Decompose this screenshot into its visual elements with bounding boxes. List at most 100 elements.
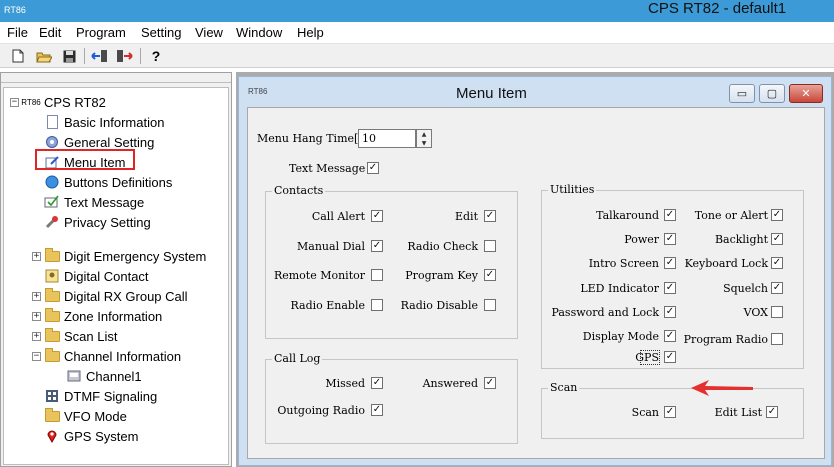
read-radio-icon[interactable] <box>90 46 110 66</box>
spin-up-icon[interactable]: ▲ <box>417 130 431 139</box>
backlight-checkbox[interactable]: ✓ <box>771 233 783 245</box>
expand-rx-group-icon[interactable]: + <box>32 292 41 301</box>
menu-window[interactable]: Window <box>236 25 282 40</box>
keyboard-lock-checkbox[interactable]: ✓ <box>771 257 783 269</box>
gear-icon <box>44 134 60 150</box>
annotation-arrow-icon <box>691 380 753 396</box>
tree-item-label: Privacy Setting <box>64 214 151 230</box>
vox-label: VOX <box>743 306 768 319</box>
power-checkbox[interactable]: ✓ <box>664 233 676 245</box>
folder-icon <box>44 247 60 264</box>
tree-item-zone-information[interactable]: Zone Information <box>44 306 162 326</box>
expand-scan-list-icon[interactable]: + <box>32 332 41 341</box>
radio-disable-label: Radio Disable <box>400 299 478 312</box>
manual-dial-label: Manual Dial <box>297 240 365 253</box>
spin-down-icon[interactable]: ▼ <box>417 139 431 148</box>
scan-group-title: Scan <box>548 381 580 394</box>
hang-time-spinner[interactable]: ▲ ▼ <box>416 129 432 148</box>
tree-item-scan-list[interactable]: Scan List <box>44 326 117 346</box>
close-button[interactable]: ✕ <box>789 84 823 103</box>
tree-item-dtmf-signaling[interactable]: DTMF Signaling <box>44 386 157 406</box>
text-message-label: Text Message <box>289 162 366 175</box>
program-radio-checkbox[interactable] <box>771 333 783 345</box>
tree-item-label: Basic Information <box>64 114 165 130</box>
radio-enable-checkbox[interactable] <box>371 299 383 311</box>
answered-checkbox[interactable]: ✓ <box>484 377 496 389</box>
led-indicator-label: LED Indicator <box>580 282 659 295</box>
program-key-checkbox[interactable]: ✓ <box>484 269 496 281</box>
write-radio-icon[interactable] <box>115 46 135 66</box>
expand-digit-emergency-icon[interactable]: + <box>32 252 41 261</box>
gps-checkbox[interactable]: ✓ <box>664 351 676 363</box>
tree-item-privacy-setting[interactable]: Privacy Setting <box>44 212 151 232</box>
open-folder-icon[interactable] <box>34 46 54 66</box>
text-message-checkbox[interactable]: ✓ <box>367 162 379 174</box>
tree-root[interactable]: RT86 CPS RT82 <box>21 92 106 112</box>
intro-screen-checkbox[interactable]: ✓ <box>664 257 676 269</box>
radio-check-checkbox[interactable] <box>484 240 496 252</box>
collapse-channel-info-icon[interactable]: − <box>32 352 41 361</box>
button-icon <box>44 174 60 190</box>
tree-item-label: GPS System <box>64 428 139 444</box>
expand-zone-icon[interactable]: + <box>32 312 41 321</box>
vox-checkbox[interactable] <box>771 306 783 318</box>
menu-help[interactable]: Help <box>297 25 324 40</box>
menu-item-window-titlebar: RT86 Menu Item ▭ ▢ ✕ <box>239 77 831 107</box>
talkaround-checkbox[interactable]: ✓ <box>664 209 676 221</box>
radio-check-label: Radio Check <box>407 240 478 253</box>
outgoing-radio-label: Outgoing Radio <box>277 404 365 417</box>
tree-item-digit-emergency-system[interactable]: Digit Emergency System <box>44 246 206 266</box>
minimize-button[interactable]: ▭ <box>729 84 755 103</box>
call-alert-label: Call Alert <box>311 210 365 223</box>
menu-bar: File Edit Program Setting View Window He… <box>0 22 834 44</box>
remote-monitor-checkbox[interactable] <box>371 269 383 281</box>
tree-item-vfo-mode[interactable]: VFO Mode <box>44 406 127 426</box>
password-and-lock-checkbox[interactable]: ✓ <box>664 306 676 318</box>
tone-or-alert-label: Tone or Alert <box>694 209 768 222</box>
tree-item-buttons-definitions[interactable]: Buttons Definitions <box>44 172 172 192</box>
contact-icon <box>44 268 60 284</box>
hang-time-input[interactable]: 10 <box>358 129 416 148</box>
squelch-checkbox[interactable]: ✓ <box>771 282 783 294</box>
menu-edit[interactable]: Edit <box>39 25 61 40</box>
help-icon[interactable]: ? <box>146 46 166 66</box>
edit-list-checkbox[interactable]: ✓ <box>766 406 778 418</box>
program-key-label: Program Key <box>405 269 478 282</box>
folder-icon <box>44 327 60 344</box>
tree-item-digital-contact[interactable]: Digital Contact <box>44 266 149 286</box>
keyboard-lock-label: Keyboard Lock <box>684 257 768 270</box>
tree-item-basic-information[interactable]: Basic Information <box>44 112 164 132</box>
tree-item-label: Digital RX Group Call <box>64 288 188 304</box>
display-mode-checkbox[interactable]: ✓ <box>664 330 676 342</box>
keypad-icon <box>44 388 60 404</box>
new-file-icon[interactable] <box>8 46 28 66</box>
call-alert-checkbox[interactable]: ✓ <box>371 210 383 222</box>
edit-checkbox[interactable]: ✓ <box>484 210 496 222</box>
tree-item-label: Channel1 <box>86 368 142 384</box>
restore-button[interactable]: ▢ <box>759 84 785 103</box>
radio-disable-checkbox[interactable] <box>484 299 496 311</box>
program-radio-label: Program Radio <box>683 333 768 346</box>
tree-item-digital-rx-group-call[interactable]: Digital RX Group Call <box>44 286 188 306</box>
menu-file[interactable]: File <box>7 25 28 40</box>
tone-or-alert-checkbox[interactable]: ✓ <box>771 209 783 221</box>
tree-item-gps-system[interactable]: GPS System <box>44 426 138 446</box>
menu-setting[interactable]: Setting <box>141 25 181 40</box>
tree-item-label: Scan List <box>64 328 118 344</box>
menu-view[interactable]: View <box>195 25 223 40</box>
tree-item-text-message[interactable]: Text Message <box>44 192 144 212</box>
manual-dial-checkbox[interactable]: ✓ <box>371 240 383 252</box>
password-and-lock-label: Password and Lock <box>551 306 659 319</box>
tree-item-channel1[interactable]: Channel1 <box>66 366 142 386</box>
led-indicator-checkbox[interactable]: ✓ <box>664 282 676 294</box>
tree-item-channel-information[interactable]: Channel Information <box>44 346 181 366</box>
outgoing-radio-checkbox[interactable]: ✓ <box>371 404 383 416</box>
tree-item-label: General Setting <box>64 134 155 150</box>
tree-root-label: CPS RT82 <box>44 94 106 110</box>
collapse-root-icon[interactable]: − <box>10 98 19 107</box>
save-icon[interactable] <box>59 46 79 66</box>
tree-item-label: Zone Information <box>64 308 163 324</box>
scan-checkbox[interactable]: ✓ <box>664 406 676 418</box>
menu-program[interactable]: Program <box>76 25 126 40</box>
missed-checkbox[interactable]: ✓ <box>371 377 383 389</box>
